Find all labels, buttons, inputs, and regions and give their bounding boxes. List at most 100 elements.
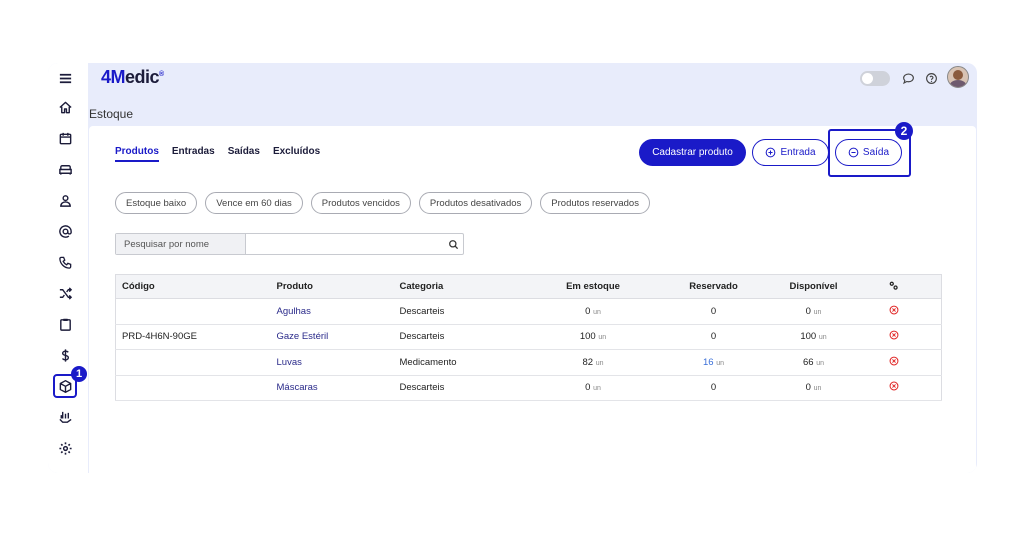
cell-available: 66 un — [780, 349, 847, 376]
reserved-value[interactable]: 16 — [703, 357, 714, 368]
tab-excluidos[interactable]: Excluídos — [273, 146, 320, 162]
chat-icon[interactable] — [901, 71, 915, 85]
cell-stock: 0 un — [539, 375, 647, 401]
cell-code — [115, 298, 277, 325]
cell-category: Descarteis — [399, 375, 540, 401]
step-badge-2: 2 — [895, 122, 913, 140]
reserved-unit: un — [716, 359, 724, 367]
saida-button[interactable]: Saída — [835, 139, 902, 166]
user-icon[interactable] — [55, 190, 75, 210]
cell-category: Descarteis — [399, 324, 540, 350]
col-reservado: Reservado — [646, 274, 781, 299]
entrada-label: Entrada — [780, 147, 816, 158]
dollar-icon[interactable] — [55, 345, 75, 365]
menu-icon[interactable] — [55, 68, 75, 88]
at-icon[interactable] — [55, 221, 75, 241]
stock-unit: un — [593, 308, 601, 316]
available-unit: un — [813, 385, 822, 393]
cell-reserved: 0 — [646, 375, 781, 401]
tab-saidas[interactable]: Saídas — [228, 146, 260, 162]
filter-chips: Estoque baixo Vence em 60 dias Produtos … — [115, 192, 650, 214]
theme-toggle[interactable] — [860, 71, 890, 86]
step-badge-1: 1 — [71, 366, 87, 382]
page-title: Estoque — [89, 107, 134, 121]
available-unit: un — [818, 334, 827, 342]
cell-product[interactable]: Máscaras — [276, 375, 400, 401]
available-value: 0 — [805, 382, 811, 394]
col-actions — [846, 274, 942, 299]
tab-entradas[interactable]: Entradas — [172, 146, 215, 162]
tabs: Produtos Entradas Saídas Excluídos — [115, 146, 333, 162]
delete-icon[interactable] — [889, 305, 899, 315]
available-value: 100 — [800, 331, 817, 343]
filter-vence-60-dias[interactable]: Vence em 60 dias — [205, 192, 303, 214]
logo: 4Medic® — [101, 67, 164, 87]
hand-coins-icon[interactable] — [55, 407, 75, 427]
shuffle-icon[interactable] — [55, 283, 75, 303]
stock-value: 100 — [579, 331, 596, 343]
cell-stock: 0 un — [539, 298, 647, 325]
cell-available: 0 un — [780, 298, 847, 325]
cell-actions — [846, 375, 942, 401]
cell-category: Medicamento — [399, 349, 540, 376]
filter-produtos-desativados[interactable]: Produtos desativados — [418, 192, 533, 214]
clipboard-icon[interactable] — [55, 314, 75, 334]
cell-reserved: 0 — [646, 298, 781, 325]
delete-icon[interactable] — [889, 356, 899, 366]
cell-stock: 100 un — [539, 324, 647, 350]
settings-icon[interactable] — [55, 438, 75, 458]
cell-actions — [846, 298, 942, 325]
filter-produtos-vencidos[interactable]: Produtos vencidos — [310, 192, 411, 214]
cell-category: Descarteis — [399, 298, 540, 325]
help-icon[interactable] — [924, 71, 938, 85]
col-em-estoque: Em estoque — [539, 274, 647, 299]
calendar-icon[interactable] — [55, 128, 75, 148]
saida-label: Saída — [862, 147, 890, 158]
table-row: PRD-4H6N-90GE Gaze Estéril Descarteis 10… — [115, 324, 942, 350]
stock-unit: un — [593, 385, 601, 393]
cell-code — [115, 349, 277, 376]
cell-product[interactable]: Agulhas — [276, 298, 400, 325]
table-row: Agulhas Descarteis 0 un 0 0 un — [115, 298, 942, 325]
search-input[interactable] — [246, 234, 443, 254]
minus-circle-icon — [848, 147, 859, 158]
cell-available: 0 un — [780, 375, 847, 401]
filter-estoque-baixo[interactable]: Estoque baixo — [115, 192, 198, 214]
search-label: Pesquisar por nome — [116, 234, 246, 254]
avatar[interactable] — [947, 66, 969, 88]
entrada-button[interactable]: Entrada — [752, 139, 829, 166]
search-icon[interactable] — [443, 234, 463, 254]
table-row: Luvas Medicamento 82 un 16 un 66 un — [115, 349, 942, 376]
col-disponivel: Disponível — [780, 274, 847, 299]
col-codigo: Código — [115, 274, 277, 299]
stock-unit: un — [598, 334, 607, 342]
stock-value: 82 — [582, 356, 594, 368]
filter-produtos-reservados[interactable]: Produtos reservados — [540, 192, 650, 214]
table-row: Máscaras Descarteis 0 un 0 0 un — [115, 375, 942, 401]
table-header-row: Código Produto Categoria Em estoque Rese… — [115, 274, 942, 299]
col-categoria: Categoria — [399, 274, 540, 299]
main-card: Produtos Entradas Saídas Excluídos Cadas… — [89, 122, 976, 473]
cell-actions — [846, 324, 942, 350]
couch-icon[interactable] — [55, 159, 75, 179]
register-product-button[interactable]: Cadastrar produto — [639, 139, 746, 166]
cell-product[interactable]: Luvas — [276, 349, 400, 376]
stock-value: 0 — [585, 382, 591, 394]
register-product-label: Cadastrar produto — [652, 147, 733, 158]
cell-product[interactable]: Gaze Estéril — [276, 324, 400, 350]
reserved-value: 0 — [710, 382, 717, 394]
delete-icon[interactable] — [889, 330, 899, 340]
stock-value: 0 — [585, 305, 591, 317]
cell-code: PRD-4H6N-90GE — [115, 324, 277, 350]
available-unit: un — [813, 308, 822, 316]
reserved-value: 0 — [710, 305, 717, 317]
available-unit: un — [816, 359, 824, 367]
sidebar: 1 — [48, 63, 88, 473]
available-value: 0 — [805, 305, 811, 317]
cell-stock: 82 un — [539, 349, 647, 376]
delete-icon[interactable] — [889, 381, 899, 391]
home-icon[interactable] — [55, 97, 75, 117]
phone-icon[interactable] — [55, 252, 75, 272]
topbar: 4Medic® — [88, 63, 977, 91]
tab-produtos[interactable]: Produtos — [115, 146, 159, 162]
